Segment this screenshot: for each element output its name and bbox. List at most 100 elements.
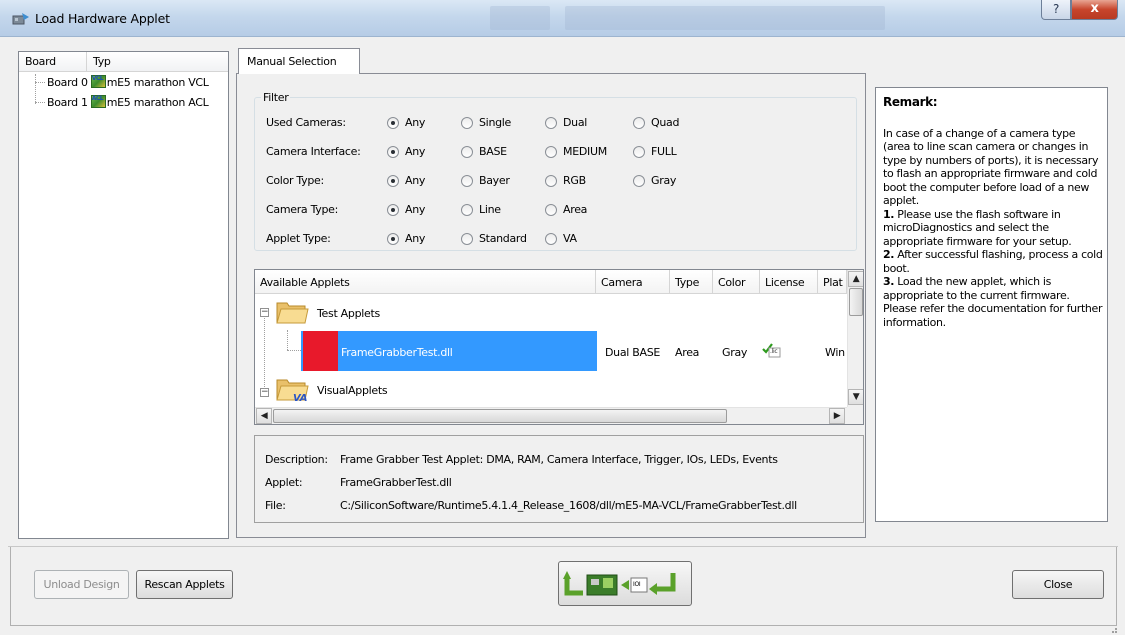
radio-used-cameras-single[interactable] xyxy=(461,117,473,129)
horizontal-scrollbar[interactable]: ◀ ▶ xyxy=(255,407,847,424)
radio-label: Any xyxy=(405,145,426,158)
file-label: File: xyxy=(265,499,286,512)
scroll-down-button[interactable]: ▼ xyxy=(848,389,863,405)
radio-label: Any xyxy=(405,203,426,216)
applet-swatch xyxy=(303,331,338,371)
radio-applet-type-standard[interactable] xyxy=(461,233,473,245)
board-tree[interactable]: Board Typ Board 0 VCL mE5 marathon VCL Boa… xyxy=(18,51,229,539)
radio-label: Any xyxy=(405,174,426,187)
radio-label: RGB xyxy=(563,174,586,187)
remark-title: Remark: xyxy=(883,95,938,109)
scroll-thumb[interactable] xyxy=(273,409,727,423)
filter-legend: Filter xyxy=(261,91,291,104)
tree-connector xyxy=(287,330,288,350)
applet-camera: Dual BASE xyxy=(605,346,661,359)
radio-camera-interface-full[interactable] xyxy=(633,146,645,158)
filter-label-color-type: Color Type: xyxy=(266,174,324,187)
column-header-license[interactable]: License xyxy=(760,270,818,294)
applet-name[interactable]: FrameGrabberTest.dll xyxy=(341,346,453,359)
va-badge: VA xyxy=(293,393,308,404)
collapse-icon[interactable]: − xyxy=(260,388,269,397)
applet-value: FrameGrabberTest.dll xyxy=(340,476,452,489)
help-button[interactable]: ? xyxy=(1041,0,1071,20)
group-label-test-applets[interactable]: Test Applets xyxy=(317,307,380,320)
board-item-1[interactable]: Board 1 ACL mE5 marathon ACL xyxy=(47,95,209,109)
tab-manual-selection[interactable]: Manual Selection xyxy=(238,48,360,74)
filter-label-camera-type: Camera Type: xyxy=(266,203,339,216)
folder-icon xyxy=(276,302,309,324)
scroll-right-button[interactable]: ▶ xyxy=(829,408,845,424)
radio-used-cameras-quad[interactable] xyxy=(633,117,645,129)
radio-used-cameras-dual[interactable] xyxy=(545,117,557,129)
unload-design-button[interactable]: Unload Design xyxy=(34,570,129,599)
radio-applet-type-va[interactable] xyxy=(545,233,557,245)
tree-connector xyxy=(35,102,45,103)
filter-label-applet-type: Applet Type: xyxy=(266,232,331,245)
applet-color: Gray xyxy=(722,346,748,359)
radio-color-type-any[interactable] xyxy=(387,175,399,187)
radio-camera-type-line[interactable] xyxy=(461,204,473,216)
board-type: mE5 marathon VCL xyxy=(106,76,209,89)
vertical-scrollbar[interactable]: ▲ ▼ xyxy=(847,270,863,407)
remark-panel: Remark: In case of a change of a camera … xyxy=(875,87,1108,522)
background-window-ghost xyxy=(490,6,550,30)
radio-used-cameras-any[interactable] xyxy=(387,117,399,129)
radio-label: Area xyxy=(563,203,588,216)
applet-type: Area xyxy=(675,346,700,359)
remark-step-1: 1. Please use the flash software in micr… xyxy=(883,207,1072,248)
radio-color-type-bayer[interactable] xyxy=(461,175,473,187)
scroll-left-button[interactable]: ◀ xyxy=(256,408,272,424)
radio-color-type-gray[interactable] xyxy=(633,175,645,187)
tree-connector xyxy=(264,318,265,393)
applet-label: Applet: xyxy=(265,476,303,489)
resize-grip-icon[interactable] xyxy=(1108,624,1118,634)
board-item-0[interactable]: Board 0 VCL mE5 marathon VCL xyxy=(47,75,209,89)
radio-camera-interface-any[interactable] xyxy=(387,146,399,158)
radio-camera-interface-base[interactable] xyxy=(461,146,473,158)
title-bar: Load Hardware Applet ? x xyxy=(0,0,1125,37)
app-icon xyxy=(12,13,29,25)
tree-connector xyxy=(35,82,45,83)
load-applet-icon xyxy=(563,571,676,596)
radio-camera-type-any[interactable] xyxy=(387,204,399,216)
column-header-available-applets[interactable]: Available Applets xyxy=(255,270,596,294)
column-header-color[interactable]: Color xyxy=(713,270,760,294)
board-label: Board 0 xyxy=(47,76,88,89)
chip-label: IOI xyxy=(633,581,641,588)
rescan-applets-button[interactable]: Rescan Applets xyxy=(136,570,233,599)
description-panel: Description: Frame Grabber Test Applet: … xyxy=(254,435,864,523)
scroll-thumb[interactable] xyxy=(849,288,863,316)
column-header-board[interactable]: Board xyxy=(19,52,87,72)
radio-label: Gray xyxy=(651,174,677,187)
tree-connector xyxy=(35,74,36,104)
radio-camera-interface-medium[interactable] xyxy=(545,146,557,158)
board-chip-icon: ACL xyxy=(90,95,106,108)
description-label: Description: xyxy=(265,453,328,466)
column-header-camera[interactable]: Camera xyxy=(596,270,670,294)
radio-label: Quad xyxy=(651,116,680,129)
radio-color-type-rgb[interactable] xyxy=(545,175,557,187)
radio-label: Bayer xyxy=(479,174,510,187)
radio-camera-type-area[interactable] xyxy=(545,204,557,216)
tree-connector xyxy=(287,350,301,351)
group-label-visualapplets[interactable]: VisualApplets xyxy=(317,384,388,397)
radio-applet-type-any[interactable] xyxy=(387,233,399,245)
radio-label: FULL xyxy=(651,145,677,158)
window-title: Load Hardware Applet xyxy=(35,11,170,26)
collapse-icon[interactable]: − xyxy=(260,308,269,317)
scroll-up-button[interactable]: ▲ xyxy=(848,271,863,287)
column-header-type[interactable]: Type xyxy=(670,270,713,294)
load-applet-button[interactable]: IOI xyxy=(558,561,692,606)
applets-grid[interactable]: Available Applets Camera Type Color Lice… xyxy=(254,269,864,425)
filter-label-used-cameras: Used Cameras: xyxy=(266,116,346,129)
applet-platform: Win xyxy=(825,346,845,359)
remark-step-2: 2. After successful flashing, process a … xyxy=(883,248,1103,275)
remark-step-3: 3. Load the new applet, which is appropr… xyxy=(883,275,1103,329)
window-close-button[interactable]: x xyxy=(1071,0,1118,20)
column-header-platform[interactable]: Plat xyxy=(818,270,847,294)
radio-label: Any xyxy=(405,232,426,245)
file-value: C:/SiliconSoftware/Runtime5.4.1.4_Releas… xyxy=(340,499,797,512)
radio-label: Any xyxy=(405,116,426,129)
column-header-typ[interactable]: Typ xyxy=(87,52,228,72)
close-button[interactable]: Close xyxy=(1012,570,1104,599)
